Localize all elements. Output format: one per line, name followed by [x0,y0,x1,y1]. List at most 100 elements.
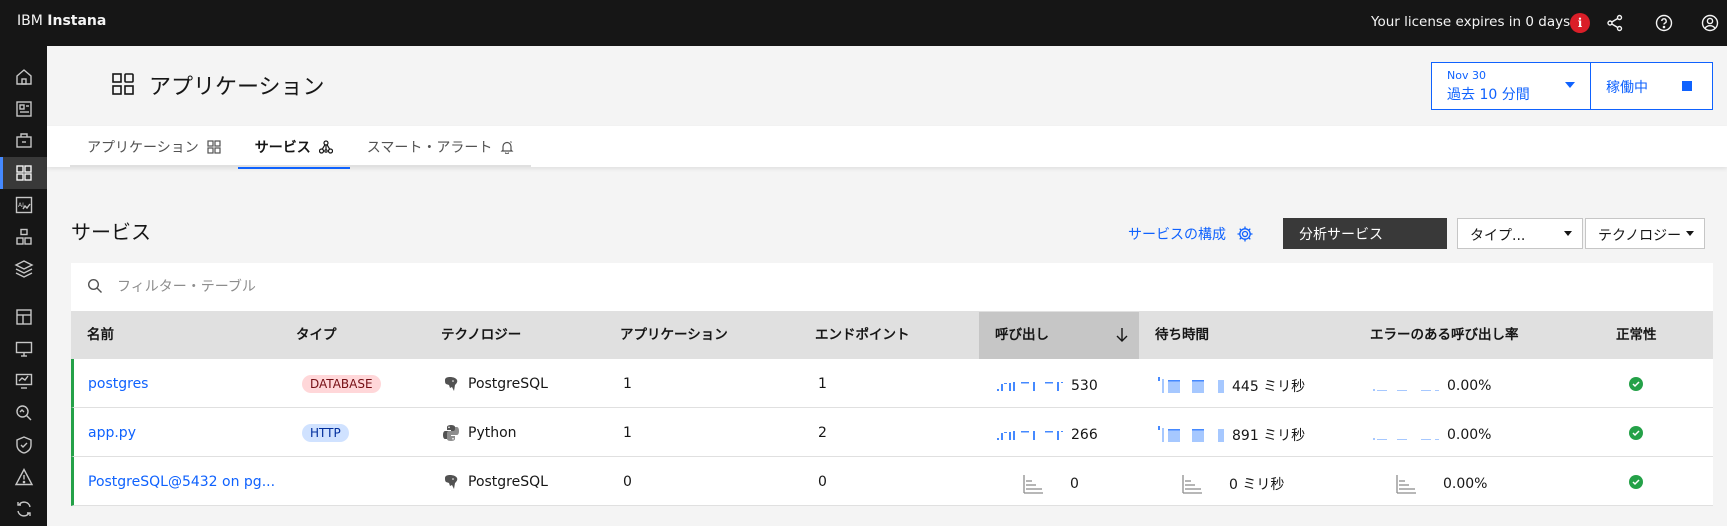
license-notice: Your license expires in 0 days [1371,14,1571,30]
user-icon[interactable] [1698,11,1722,35]
tab-services[interactable]: サービス [237,126,350,169]
search-icon [87,278,102,293]
tab-bar: アプリケーション サービス スマート・アラート [47,126,1727,169]
python-icon [443,424,459,441]
type-tag: DATABASE [302,374,381,393]
live-toggle[interactable]: 稼働中 [1590,62,1713,110]
stop-icon[interactable] [1682,81,1692,91]
service-name-link[interactable]: postgres [88,376,148,392]
tab-smart-alerts[interactable]: スマート・アラート [350,126,532,167]
latency-value: 891 ミリ秒 [1232,428,1306,444]
table-row[interactable]: app.py HTTP Python 1 2 266 891 ミリ秒 0.00% [71,408,1713,457]
technology-label: PostgreSQL [468,473,548,490]
synthetics-icon[interactable] [0,333,47,365]
column-header-applications[interactable]: アプリケーション [620,312,728,359]
chevron-down-icon [1686,231,1694,236]
ai-monitoring-icon[interactable]: AI [0,189,47,221]
postgresql-icon [445,376,458,391]
dashboards-icon[interactable] [0,301,47,333]
websites-icon[interactable] [0,93,47,125]
latency-value: 445 ミリ秒 [1232,379,1306,395]
column-header-error-rate[interactable]: エラーのある呼び出し率 [1370,312,1519,359]
endpoints-count: 0 [818,473,827,490]
service-name-link[interactable]: app.py [88,425,136,441]
page-title: アプリケーション [111,69,325,101]
column-header-health[interactable]: 正常性 [1616,312,1657,359]
applications-icon[interactable] [0,157,47,189]
type-tag: HTTP [302,423,349,442]
chevron-down-icon [1565,82,1575,88]
brand-logo[interactable]: IBM Instana [17,13,106,29]
healthy-check-icon [1629,425,1643,440]
automation-icon[interactable] [0,493,47,525]
column-header-name[interactable]: 名前 [87,312,114,359]
type-dropdown[interactable]: タイプ... [1457,218,1583,249]
brand-prefix: IBM [17,13,43,29]
configure-services-link[interactable]: サービスの構成 [1128,224,1254,244]
info-icon[interactable]: i [1568,11,1592,35]
healthy-check-icon [1629,376,1643,391]
chevron-down-icon [1564,231,1572,236]
bell-icon [500,140,514,154]
calls-sparkline [997,382,1063,391]
no-data-chart-icon [1182,475,1202,494]
security-icon[interactable] [0,429,47,461]
technology-dropdown-label: テクノロジー [1598,228,1682,244]
error-rate-value: 0.00% [1443,476,1488,492]
column-header-calls-label: 呼び出し [995,327,1049,343]
calls-value: 266 [1071,427,1098,443]
error-rate-sparkline [1373,438,1439,440]
mobile-apps-icon[interactable] [0,125,47,157]
technology-label: PostgreSQL [468,375,548,392]
calls-sparkline [997,431,1063,440]
live-label: 稼働中 [1606,80,1648,96]
side-nav: AI [0,46,47,526]
error-rate-sparkline [1373,389,1439,391]
latency-sparkline [1158,377,1224,393]
page-header: アプリケーション Nov 30 過去 10 分間 稼働中 [47,46,1727,126]
page-title-text: アプリケーション [149,75,325,100]
infrastructure-icon[interactable] [0,221,47,253]
technology-label: Python [468,424,517,441]
events-icon[interactable] [0,461,47,493]
gear-icon [1237,226,1253,242]
sort-descending-icon [1116,328,1128,342]
latency-value: 0 ミリ秒 [1229,477,1285,493]
section-title: サービス [71,220,151,244]
column-header-technology[interactable]: テクノロジー [441,312,521,359]
tab-label: アプリケーション [87,139,199,156]
home-icon[interactable] [0,61,47,93]
column-header-calls[interactable]: 呼び出し [979,312,1139,359]
analytics-icon[interactable] [0,397,47,429]
error-rate-value: 0.00% [1447,378,1492,394]
platforms-icon[interactable] [0,253,47,285]
table-row[interactable]: postgres DATABASE PostgreSQL 1 1 530 445… [71,359,1713,408]
table-row[interactable]: PostgreSQL@5432 on pg... PostgreSQL 0 0 … [71,457,1713,506]
tab-label: サービス [254,139,311,156]
service-name-link[interactable]: PostgreSQL@5432 on pg... [88,474,275,490]
table-search [71,263,1713,312]
monitoring-icon[interactable] [0,365,47,397]
filter-table-input[interactable] [117,273,717,301]
technology-dropdown[interactable]: テクノロジー [1585,218,1705,249]
column-header-type[interactable]: タイプ [296,312,337,359]
applications-count: 1 [623,375,632,392]
endpoints-count: 1 [818,375,827,392]
column-header-endpoints[interactable]: エンドポイント [815,312,910,359]
applications-count: 0 [623,473,632,490]
table-header: 名前 タイプ テクノロジー アプリケーション エンドポイント 呼び出し 待ち時間… [71,312,1713,359]
top-bar: IBM Instana Your license expires in 0 da… [0,0,1727,46]
calls-value: 0 [1070,476,1079,492]
postgresql-icon [445,474,458,489]
analyze-services-button[interactable]: 分析サービス [1283,218,1447,249]
share-icon[interactable] [1603,11,1627,35]
brand-name: Instana [47,13,107,29]
help-icon[interactable] [1652,11,1676,35]
tab-applications[interactable]: アプリケーション [70,126,238,167]
column-header-latency[interactable]: 待ち時間 [1155,312,1209,359]
applications-icon [112,73,134,95]
tab-label: スマート・アラート [366,139,493,156]
services-icon [318,139,333,154]
applications-icon [207,139,221,154]
time-range-picker[interactable]: Nov 30 過去 10 分間 [1431,62,1591,110]
